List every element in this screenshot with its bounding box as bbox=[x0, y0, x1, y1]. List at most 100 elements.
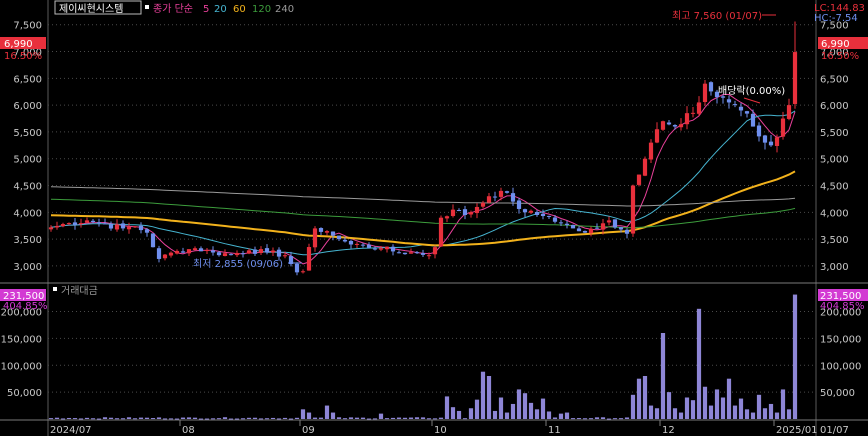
volume-bar bbox=[348, 417, 354, 419]
candlesticks[interactable] bbox=[48, 21, 798, 276]
candle-body bbox=[528, 210, 534, 213]
volume-bar bbox=[246, 417, 252, 419]
volume-bar bbox=[192, 417, 198, 419]
volume-bar bbox=[138, 417, 144, 419]
candle-body bbox=[792, 52, 798, 104]
x-tick-label: 12 bbox=[662, 425, 675, 436]
volume-bar bbox=[648, 405, 654, 419]
candle-body bbox=[150, 233, 156, 248]
candle-body bbox=[630, 185, 636, 234]
candle-body bbox=[378, 248, 384, 250]
volume-bar bbox=[300, 409, 306, 419]
volume-bar bbox=[402, 417, 408, 419]
candle-body bbox=[726, 99, 732, 103]
volume-bar bbox=[594, 417, 600, 419]
candle-body bbox=[516, 200, 522, 209]
candle-body bbox=[72, 222, 78, 225]
candle-body bbox=[672, 125, 678, 127]
volume-axis-right: 50,000100,000150,000200,000 bbox=[820, 308, 861, 400]
x-tick-label: 08 bbox=[182, 425, 195, 436]
volume-bar bbox=[168, 418, 174, 420]
volume-bar bbox=[126, 417, 132, 419]
candle-body bbox=[666, 122, 672, 125]
volume-bar bbox=[534, 409, 540, 419]
volume-bar bbox=[564, 412, 570, 419]
candle-body bbox=[414, 252, 420, 254]
candle-body bbox=[696, 102, 702, 114]
candle-body bbox=[432, 247, 438, 255]
volume-bar bbox=[414, 417, 420, 419]
candle-body bbox=[594, 227, 600, 229]
candle-body bbox=[444, 216, 450, 219]
volume-bar bbox=[696, 308, 702, 419]
volume-axis-left: 50,000100,000150,000200,000 bbox=[1, 308, 42, 400]
volume-bar bbox=[672, 408, 678, 419]
volume-bar bbox=[444, 396, 450, 419]
price-tick-right: 3,500 bbox=[820, 235, 849, 246]
volume-bar bbox=[714, 389, 720, 419]
candle-body bbox=[732, 104, 738, 106]
candle-body bbox=[252, 249, 258, 254]
candle-body bbox=[552, 217, 558, 222]
x-tick-label: 2025/01 bbox=[776, 425, 818, 436]
volume-bar bbox=[600, 417, 606, 419]
volume-bar bbox=[702, 386, 708, 419]
ma-legend-swatch bbox=[145, 5, 149, 9]
price-tick-right: 5,000 bbox=[820, 155, 849, 166]
candle-body bbox=[660, 121, 666, 130]
volume-bar bbox=[570, 418, 576, 420]
candle-body bbox=[210, 250, 216, 253]
volume-legend-swatch bbox=[53, 287, 57, 291]
volume-bar bbox=[96, 418, 102, 420]
volume-bar bbox=[336, 417, 342, 419]
x-axis: 2024/07 08 09 10 11 12 2025/01 01/07 bbox=[50, 420, 849, 436]
candle-body bbox=[684, 113, 690, 125]
stock-chart-svg[interactable]: 3,000 3,500 4,000 4,500 5,000 5,500 6,000 6,500… bbox=[0, 0, 868, 436]
volume-bar bbox=[282, 417, 288, 419]
candle-body bbox=[294, 263, 300, 273]
volume-bars[interactable] bbox=[48, 294, 798, 420]
volume-bar bbox=[156, 417, 162, 419]
volume-bar bbox=[216, 418, 222, 420]
volume-bar bbox=[186, 417, 192, 419]
volume-tick-right: 150,000 bbox=[820, 334, 861, 345]
volume-bar bbox=[792, 294, 798, 419]
volume-bar bbox=[726, 378, 732, 419]
candle-body bbox=[264, 248, 270, 253]
candle-body bbox=[258, 249, 264, 254]
volume-bar bbox=[372, 418, 378, 420]
candle-body bbox=[564, 223, 570, 225]
ma-line-240 bbox=[50, 186, 796, 207]
candle-body bbox=[324, 231, 330, 233]
volume-bar bbox=[462, 418, 468, 420]
candle-body bbox=[780, 118, 786, 137]
candle-body bbox=[744, 111, 750, 114]
volume-bar bbox=[456, 410, 462, 419]
candle-body bbox=[738, 106, 744, 111]
candle-body bbox=[498, 190, 504, 197]
ma-legend-5: 5 bbox=[203, 4, 209, 15]
volume-bar bbox=[48, 418, 54, 420]
volume-bar bbox=[480, 371, 486, 419]
volume-bar bbox=[468, 408, 474, 419]
volume-bar bbox=[78, 418, 84, 420]
volume-bar bbox=[450, 407, 456, 419]
x-tick-label: 11 bbox=[548, 425, 561, 436]
volume-bar bbox=[708, 405, 714, 419]
candle-body bbox=[588, 228, 594, 234]
candle-body bbox=[768, 141, 774, 146]
volume-bar bbox=[522, 393, 528, 419]
volume-bar bbox=[498, 397, 504, 419]
stock-chart-screen: 3,000 3,500 4,000 4,500 5,000 5,500 6,000 6,500… bbox=[0, 0, 868, 436]
volume-bar bbox=[294, 417, 300, 419]
volume-bar bbox=[528, 402, 534, 419]
candle-body bbox=[390, 246, 396, 252]
volume-bar bbox=[258, 418, 264, 420]
volume-bar bbox=[162, 418, 168, 420]
volume-tick-left: 50,000 bbox=[7, 388, 42, 399]
candle-body bbox=[480, 202, 486, 207]
candle-body bbox=[450, 209, 456, 217]
candle-body bbox=[702, 83, 708, 102]
ma-line-5 bbox=[50, 94, 796, 265]
candle-body bbox=[648, 142, 654, 160]
